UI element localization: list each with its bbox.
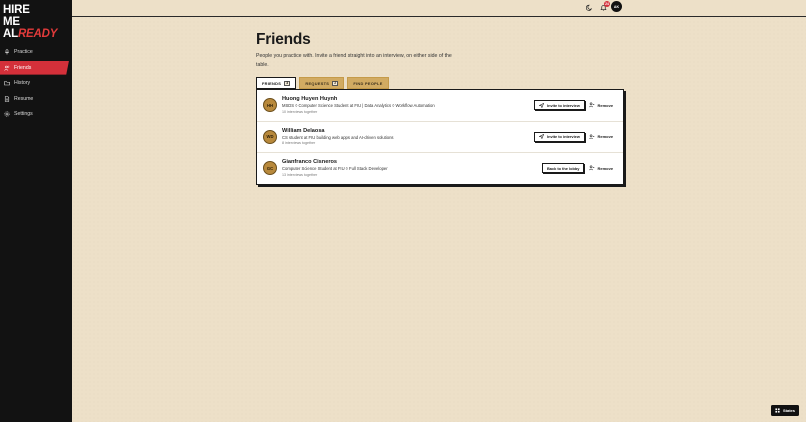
tab-label: FRIENDS	[262, 80, 282, 86]
document-icon	[4, 95, 10, 102]
users-icon	[4, 65, 10, 71]
friend-interview-count: 13 interviews together	[282, 172, 318, 177]
logo-line-2: ME	[3, 16, 20, 28]
tab-find-people[interactable]: FIND PEOPLE	[347, 77, 389, 89]
tab-count: 2	[332, 80, 339, 86]
sidebar-item-history[interactable]: History	[0, 76, 72, 90]
top-bar: 24 AK	[72, 0, 806, 17]
notification-badge: 24	[604, 1, 610, 7]
button-label: Remove	[597, 165, 614, 171]
sidebar-item-resume[interactable]: Resume	[0, 92, 72, 106]
page-subtitle: People you practice with. Invite a frien…	[256, 53, 452, 68]
mic-icon	[4, 49, 10, 55]
user-minus-icon	[589, 134, 595, 140]
button-label: Invite to interview	[547, 134, 580, 140]
friend-description: CS student at FIU building web apps and …	[282, 134, 394, 140]
sidebar-item-friends[interactable]: Friends	[0, 60, 69, 75]
gear-icon	[4, 111, 10, 117]
friend-interview-count: 8 interviews together	[282, 141, 316, 146]
folder-icon	[4, 80, 10, 86]
friend-avatar: HH	[263, 98, 277, 112]
tab-requests[interactable]: REQUESTS 2	[299, 77, 345, 89]
invite-to-interview-button[interactable]: Invite to interview	[534, 131, 585, 142]
sidebar-item-settings[interactable]: Settings	[0, 107, 72, 121]
remove-friend-button[interactable]: Remove	[589, 100, 613, 110]
friend-row: GC Gianfranco Cisneros Computer Science …	[257, 153, 623, 185]
friend-interview-count: 10 interviews together	[282, 109, 318, 114]
send-icon	[539, 134, 544, 140]
tabs: FRIENDS 3 REQUESTS 2 FIND PEOPLE	[256, 77, 389, 89]
friend-avatar: WD	[263, 129, 277, 144]
logo-line-3: ALREADY	[3, 28, 57, 40]
grid-icon	[775, 408, 780, 413]
user-minus-icon	[589, 165, 595, 171]
app-logo[interactable]: HIRE ME ALREADY	[3, 4, 57, 40]
button-label: States	[782, 408, 795, 413]
page-title: Friends	[256, 31, 311, 48]
button-label: Invite to interview	[547, 102, 580, 108]
friend-name: Huong Huyen Huynh	[282, 96, 338, 102]
friend-name: Gianfranco Cisneros	[282, 159, 338, 166]
remove-friend-button[interactable]: Remove	[589, 132, 613, 142]
states-button[interactable]: States	[771, 405, 799, 416]
user-avatar[interactable]: AK	[611, 1, 622, 12]
sidebar-item-practice[interactable]: Practice	[0, 45, 72, 59]
logo-line-3-plain: AL	[3, 28, 18, 40]
friend-avatar: GC	[263, 161, 277, 176]
moon-icon[interactable]	[584, 2, 594, 12]
tab-label: REQUESTS	[305, 80, 330, 86]
sidebar-item-label: Resume	[14, 95, 34, 102]
sidebar-item-label: Settings	[14, 111, 33, 118]
remove-friend-button[interactable]: Remove	[589, 163, 613, 173]
sidebar-item-label: Friends	[14, 64, 32, 71]
send-icon	[539, 102, 544, 108]
back-to-lobby-button[interactable]: Back to the lobby	[542, 163, 585, 174]
friend-row: WD William Delaosa CS student at FIU bui…	[257, 122, 623, 154]
friend-description: Computer Science Student at FIU ◊ Full S…	[282, 166, 388, 172]
button-label: Back to the lobby	[547, 165, 580, 171]
friend-name: William Delaosa	[282, 127, 325, 134]
user-minus-icon	[589, 102, 595, 108]
logo-line-3-accent: READY	[17, 28, 58, 40]
invite-to-interview-button[interactable]: Invite to interview	[534, 100, 585, 110]
friend-description: MSDS ◊ Computer Science Student at FIU |…	[282, 103, 435, 108]
logo-line-1: HIRE	[3, 4, 30, 16]
sidebar-item-label: Practice	[14, 49, 33, 55]
tab-friends[interactable]: FRIENDS 3	[256, 77, 297, 89]
friends-list: HH Huong Huyen Huynh MSDS ◊ Computer Sci…	[256, 89, 624, 185]
tab-label: FIND PEOPLE	[353, 80, 383, 86]
sidebar: HIRE ME ALREADY Practice Friends History	[0, 0, 72, 422]
sidebar-nav: Practice Friends History Resume Settings	[0, 45, 72, 123]
button-label: Remove	[597, 134, 614, 140]
button-label: Remove	[597, 102, 614, 108]
tab-count: 3	[284, 80, 291, 86]
sidebar-item-label: History	[14, 80, 31, 87]
friend-row: HH Huong Huyen Huynh MSDS ◊ Computer Sci…	[257, 90, 623, 122]
